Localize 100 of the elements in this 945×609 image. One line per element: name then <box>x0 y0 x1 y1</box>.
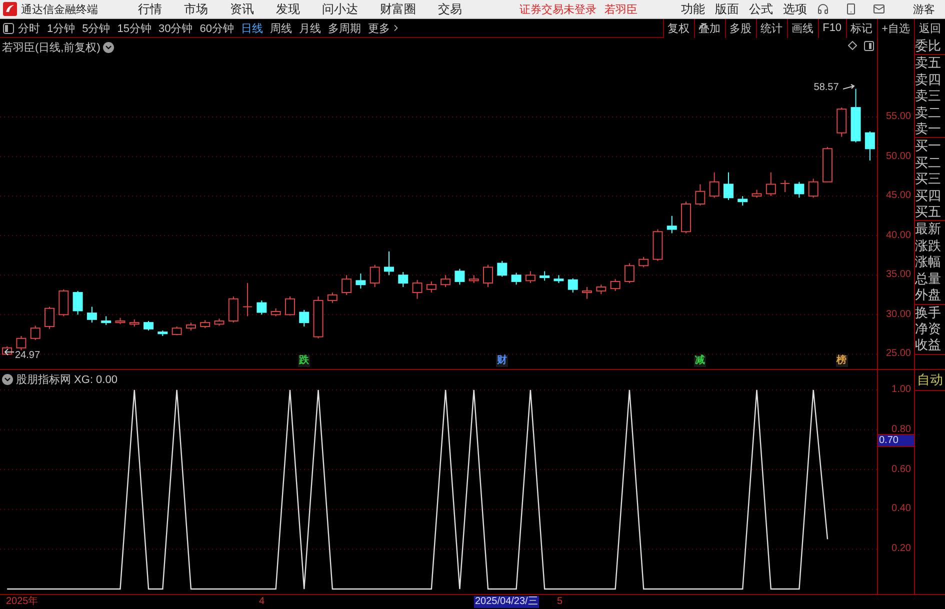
menu-item[interactable]: 交易 <box>438 0 462 18</box>
toolbar-button[interactable]: +自选 <box>876 18 914 38</box>
quote-label[interactable]: 涨幅 <box>915 254 945 271</box>
candle <box>242 282 253 317</box>
period-tab[interactable]: 月线 <box>299 20 321 36</box>
toolbar-button[interactable]: 返回 <box>914 18 945 38</box>
quote-label[interactable]: 卖一 <box>915 121 945 138</box>
period-tab[interactable]: 15分钟 <box>117 20 152 36</box>
quote-label[interactable]: 买四 <box>915 188 945 204</box>
price-axis-label: 35.00 <box>886 269 911 282</box>
candle <box>228 296 238 324</box>
period-tab[interactable]: 日线 <box>241 20 263 36</box>
candle <box>30 325 40 340</box>
toolbar-button[interactable]: 标记 <box>846 18 877 38</box>
quote-label[interactable]: 换手 <box>915 304 945 321</box>
candle <box>172 326 182 336</box>
chart-title: 若羽臣(日线,前复权) <box>2 41 100 55</box>
event-marker[interactable]: 榜 <box>836 355 848 367</box>
period-tab[interactable]: 60分钟 <box>200 20 234 36</box>
candle <box>723 172 734 201</box>
quote-label[interactable]: 总量 <box>915 270 945 288</box>
toolbar-button[interactable]: 画线 <box>786 18 818 38</box>
event-marker[interactable]: 减 <box>694 355 706 367</box>
quote-label[interactable]: 卖四 <box>915 72 945 88</box>
menu-item[interactable]: 版面 <box>715 0 739 18</box>
toolbar-button[interactable]: 多股 <box>724 18 756 38</box>
panel-toggle-icon[interactable] <box>864 41 874 51</box>
quote-label[interactable]: 卖二 <box>915 104 945 122</box>
candle <box>596 284 606 295</box>
menu-item[interactable]: 发现 <box>276 0 300 18</box>
toolbar-button[interactable]: 叠加 <box>694 18 725 38</box>
date-label: 5 <box>556 596 564 608</box>
candle <box>256 300 267 316</box>
login-status[interactable]: 证券交易未登录 <box>520 2 596 16</box>
quote-label[interactable]: 买二 <box>915 154 945 172</box>
menu-item[interactable]: 问小达 <box>322 0 358 18</box>
candle <box>483 264 493 288</box>
quote-label[interactable]: 涨跌 <box>915 238 945 254</box>
panel-toggle-icon[interactable] <box>3 22 14 34</box>
candle <box>129 318 140 328</box>
stock-name: 若羽臣 <box>604 2 638 16</box>
phone-icon[interactable] <box>845 3 857 15</box>
candle <box>200 320 210 329</box>
mail-icon[interactable] <box>873 3 885 15</box>
candle <box>610 278 620 292</box>
chevron-down-icon[interactable] <box>103 42 114 53</box>
candle <box>638 256 649 268</box>
quote-label[interactable]: 最新 <box>915 221 945 238</box>
candle <box>794 181 804 198</box>
candle <box>440 274 451 288</box>
candle <box>115 317 126 325</box>
headset-icon[interactable] <box>817 3 829 15</box>
indicator-axis-label: 0.20 <box>892 543 911 556</box>
candle <box>370 264 380 288</box>
candle <box>568 278 578 294</box>
menu-item[interactable]: 市场 <box>184 0 208 18</box>
period-tab[interactable]: 多周期 <box>328 20 361 36</box>
period-tab[interactable]: 分时 <box>18 20 40 36</box>
price-axis-label: 40.00 <box>886 230 911 242</box>
diamond-icon[interactable] <box>848 41 857 50</box>
event-marker[interactable]: 跌 <box>298 355 310 367</box>
event-marker[interactable]: 财 <box>496 355 508 367</box>
period-tab[interactable]: 30分钟 <box>158 20 193 36</box>
pointer-arrow-icon <box>842 84 855 92</box>
toolbar-button[interactable]: 复权 <box>662 18 694 38</box>
menu-item[interactable]: 选项 <box>783 0 807 18</box>
quote-label[interactable]: 净资 <box>915 320 945 338</box>
quote-label[interactable]: 买五 <box>915 204 945 220</box>
more-link[interactable]: 更多 <box>368 20 390 36</box>
price-axis-label: 45.00 <box>886 190 911 202</box>
period-tab[interactable]: 5分钟 <box>82 20 110 36</box>
menu-item[interactable]: 公式 <box>749 0 773 18</box>
user-name[interactable]: 游客 <box>913 2 935 16</box>
toolbar-button[interactable]: F10 <box>818 18 846 38</box>
candle <box>468 274 479 284</box>
menu-item[interactable]: 资讯 <box>230 0 254 18</box>
candle <box>709 172 720 198</box>
candle <box>186 322 196 331</box>
quote-label[interactable]: 委比 <box>915 38 945 54</box>
quote-label[interactable]: 卖五 <box>915 55 945 72</box>
quote-label[interactable]: 收益 <box>915 337 945 354</box>
menu-item[interactable]: 行情 <box>138 0 162 18</box>
chevron-down-icon[interactable] <box>2 374 13 385</box>
candle <box>454 268 465 286</box>
menu-item[interactable]: 财富圈 <box>380 0 416 18</box>
quote-label[interactable]: 买三 <box>915 171 945 188</box>
indicator-axis-label: 0.80 <box>892 424 911 436</box>
period-tab[interactable]: 周线 <box>270 20 292 36</box>
period-tab[interactable]: 1分钟 <box>47 20 76 36</box>
quote-label[interactable]: 买一 <box>915 138 945 155</box>
candle <box>270 308 281 317</box>
candle <box>284 296 295 316</box>
auto-button[interactable]: 自动 <box>915 370 945 391</box>
quote-label[interactable]: 卖三 <box>915 88 945 105</box>
menu-item[interactable]: 功能 <box>681 0 705 18</box>
candle <box>101 316 112 326</box>
candle <box>695 184 706 206</box>
quote-label[interactable]: 外盘 <box>915 287 945 304</box>
indicator-title: 股朋指标网 XG: 0.00 <box>16 373 118 387</box>
toolbar-button[interactable]: 统计 <box>756 18 787 38</box>
